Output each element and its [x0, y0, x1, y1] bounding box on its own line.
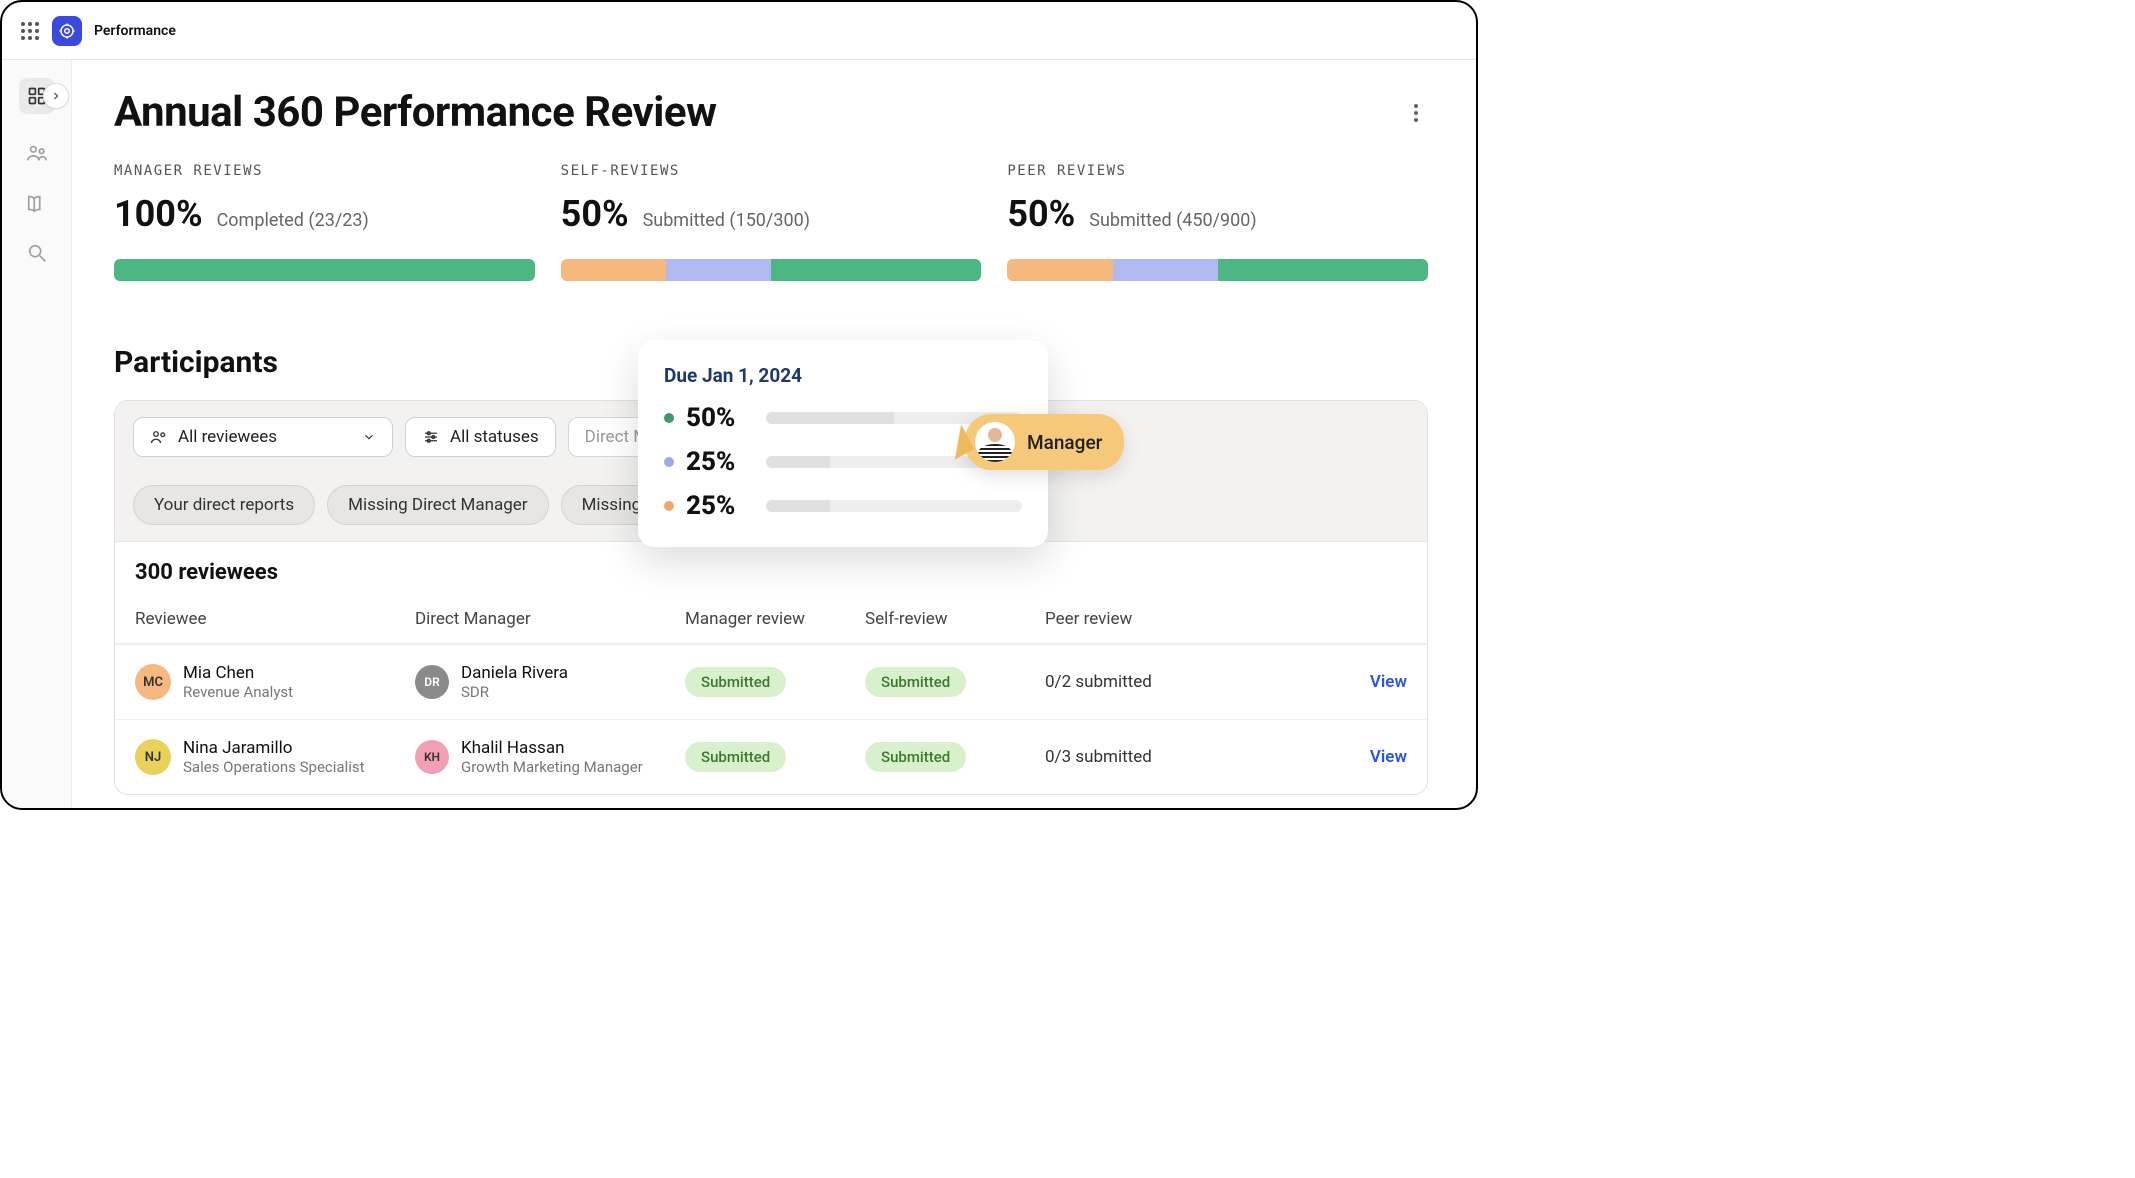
view-link[interactable]: View: [1245, 747, 1407, 767]
avatar: NJ: [135, 739, 171, 775]
table-header: Reviewee Direct Manager Manager review S…: [115, 595, 1427, 644]
peer-review-cell: 0/2 submitted: [1045, 672, 1245, 692]
kpi-progress-bar: [114, 259, 535, 281]
filter-label: All statuses: [450, 427, 539, 447]
table-row: MC Mia ChenRevenue Analyst DR Daniela Ri…: [115, 644, 1427, 719]
filter-statuses-dropdown[interactable]: All statuses: [405, 417, 556, 457]
app-logo-icon: [52, 16, 82, 46]
kpi-peer-reviews: PEER REVIEWS 50% Submitted (450/900): [1007, 163, 1428, 281]
status-badge: Submitted: [685, 742, 786, 772]
popover-percent: 25%: [686, 447, 754, 477]
col-reviewee: Reviewee: [135, 609, 415, 629]
participants-table: Reviewee Direct Manager Manager review S…: [115, 595, 1427, 794]
kpi-label: PEER REVIEWS: [1007, 163, 1428, 179]
avatar: MC: [135, 664, 171, 700]
person-role: SDR: [461, 683, 568, 701]
kpi-self-reviews: SELF-REVIEWS 50% Submitted (150/300): [561, 163, 982, 281]
kpi-percent: 50%: [1007, 193, 1075, 235]
chip-direct-reports[interactable]: Your direct reports: [133, 485, 315, 525]
sliders-icon: [422, 428, 440, 446]
popover-bar: [766, 500, 1022, 512]
col-direct-manager: Direct Manager: [415, 609, 685, 629]
kpi-desc: Submitted (450/900): [1089, 210, 1256, 231]
person-name: Daniela Rivera: [461, 663, 568, 683]
kpi-row: MANAGER REVIEWS 100% Completed (23/23) S…: [114, 163, 1428, 281]
main-content: Annual 360 Performance Review MANAGER RE…: [72, 60, 1476, 808]
kpi-desc: Submitted (150/300): [643, 210, 810, 231]
kpi-percent: 50%: [561, 193, 629, 235]
person-name: Mia Chen: [183, 663, 293, 683]
page-title: Annual 360 Performance Review: [114, 88, 716, 137]
kpi-percent: 100%: [114, 193, 203, 235]
avatar: [975, 422, 1015, 462]
chevron-down-icon: [362, 430, 376, 444]
avatar: KH: [415, 740, 449, 774]
search-icon[interactable]: [26, 242, 48, 264]
avatar: DR: [415, 665, 449, 699]
status-dot-icon: [664, 413, 674, 423]
people-icon: [150, 428, 168, 446]
kpi-progress-bar: [561, 259, 982, 281]
status-badge: Submitted: [685, 667, 786, 697]
popover-row: 25%: [664, 491, 1022, 521]
book-icon[interactable]: [26, 192, 48, 214]
people-icon[interactable]: [26, 142, 48, 164]
status-badge: Submitted: [865, 667, 966, 697]
status-dot-icon: [664, 501, 674, 511]
sidebar: [2, 60, 72, 808]
reviewee-cell: MC Mia ChenRevenue Analyst: [135, 663, 415, 701]
more-menu-icon[interactable]: [1404, 101, 1428, 125]
popover-percent: 25%: [686, 491, 754, 521]
table-body: MC Mia ChenRevenue Analyst DR Daniela Ri…: [115, 644, 1427, 794]
col-self-review: Self-review: [865, 609, 1045, 629]
popover-percent: 50%: [686, 403, 754, 433]
collaborator-cursor: Manager: [947, 414, 1124, 470]
table-row: NJ Nina JaramilloSales Operations Specia…: [115, 719, 1427, 794]
kpi-manager-reviews: MANAGER REVIEWS 100% Completed (23/23): [114, 163, 535, 281]
filter-label: All reviewees: [178, 427, 277, 447]
filter-reviewees-dropdown[interactable]: All reviewees: [133, 417, 393, 457]
view-link[interactable]: View: [1245, 672, 1407, 692]
topbar: Performance: [2, 2, 1476, 60]
person-role: Revenue Analyst: [183, 683, 293, 701]
kpi-progress-bar: [1007, 259, 1428, 281]
col-peer-review: Peer review: [1045, 609, 1245, 629]
collaborator-chip: Manager: [965, 414, 1124, 470]
chip-missing-direct-manager[interactable]: Missing Direct Manager: [327, 485, 548, 525]
collaborator-label: Manager: [1027, 431, 1102, 454]
expand-sidebar-icon[interactable]: [43, 83, 69, 109]
direct-manager-cell: KH Khalil HassanGrowth Marketing Manager: [415, 738, 685, 776]
person-name: Nina Jaramillo: [183, 738, 365, 758]
dashboard-icon[interactable]: [19, 78, 55, 114]
reviewee-cell: NJ Nina JaramilloSales Operations Specia…: [135, 738, 415, 776]
status-badge: Submitted: [865, 742, 966, 772]
kpi-label: SELF-REVIEWS: [561, 163, 982, 179]
person-role: Sales Operations Specialist: [183, 758, 365, 776]
kpi-desc: Completed (23/23): [217, 210, 369, 231]
person-name: Khalil Hassan: [461, 738, 643, 758]
app-name: Performance: [94, 23, 176, 39]
col-manager-review: Manager review: [685, 609, 865, 629]
popover-title: Due Jan 1, 2024: [664, 364, 1022, 387]
app-frame: Performance Annual 360 Performance Revie…: [0, 0, 1478, 810]
status-dot-icon: [664, 457, 674, 467]
direct-manager-cell: DR Daniela RiveraSDR: [415, 663, 685, 701]
person-role: Growth Marketing Manager: [461, 758, 643, 776]
peer-review-cell: 0/3 submitted: [1045, 747, 1245, 767]
kpi-label: MANAGER REVIEWS: [114, 163, 535, 179]
reviewee-count: 300 reviewees: [115, 542, 1427, 595]
apps-grid-icon[interactable]: [20, 21, 40, 41]
